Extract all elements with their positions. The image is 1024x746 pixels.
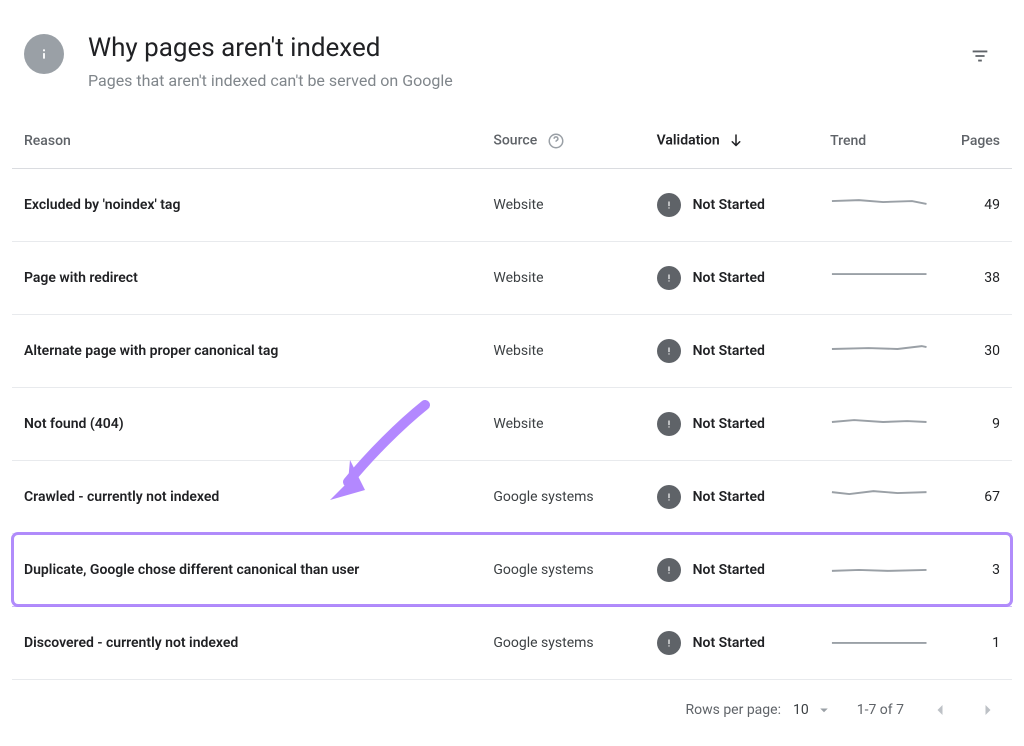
exclamation-icon [657,193,681,217]
source-cell: Website [481,168,644,241]
reason-cell: Discovered - currently not indexed [12,606,481,679]
trend-sparkline [830,481,928,509]
chevron-down-icon [815,701,833,719]
column-header-validation[interactable]: Validation [645,114,818,169]
source-cell: Google systems [481,606,644,679]
table-row[interactable]: Duplicate, Google chose different canoni… [12,533,1012,606]
page-subtitle: Pages that aren't indexed can't be serve… [88,71,936,90]
trend-cell [818,241,940,314]
exclamation-icon [657,412,681,436]
table-row[interactable]: Not found (404) Website Not Started 9 [12,387,1012,460]
info-icon [24,34,64,74]
trend-sparkline [830,554,928,582]
chevron-left-icon [930,700,950,720]
arrow-down-icon [723,132,745,148]
pages-cell: 38 [941,241,1012,314]
table-row[interactable]: Crawled - currently not indexed Google s… [12,460,1012,533]
reason-cell: Not found (404) [12,387,481,460]
validation-cell[interactable]: Not Started [645,241,818,314]
help-icon[interactable] [547,132,565,150]
exclamation-icon [657,339,681,363]
pages-cell: 3 [941,533,1012,606]
pages-cell: 49 [941,168,1012,241]
column-header-trend[interactable]: Trend [818,114,940,169]
validation-cell[interactable]: Not Started [645,606,818,679]
trend-sparkline [830,189,928,217]
trend-cell [818,314,940,387]
table-row[interactable]: Excluded by 'noindex' tag Website Not St… [12,168,1012,241]
column-header-pages[interactable]: Pages [941,114,1012,169]
page-title: Why pages aren't indexed [88,32,936,65]
column-header-reason[interactable]: Reason [12,114,481,169]
reason-cell: Excluded by 'noindex' tag [12,168,481,241]
validation-cell[interactable]: Not Started [645,168,818,241]
validation-cell[interactable]: Not Started [645,387,818,460]
exclamation-icon [657,558,681,582]
table-row[interactable]: Page with redirect Website Not Started 3… [12,241,1012,314]
exclamation-icon [657,631,681,655]
reason-cell: Page with redirect [12,241,481,314]
validation-status: Not Started [693,635,765,651]
next-page-button[interactable] [976,698,1000,722]
trend-sparkline [830,627,928,655]
pages-cell: 30 [941,314,1012,387]
validation-status: Not Started [693,270,765,286]
exclamation-icon [657,485,681,509]
trend-cell [818,460,940,533]
pagination-range: 1-7 of 7 [857,702,904,718]
trend-sparkline [830,408,928,436]
reason-cell: Duplicate, Google chose different canoni… [12,533,481,606]
trend-sparkline [830,262,928,290]
source-cell: Google systems [481,460,644,533]
source-cell: Website [481,314,644,387]
validation-cell[interactable]: Not Started [645,533,818,606]
table-row[interactable]: Discovered - currently not indexed Googl… [12,606,1012,679]
source-cell: Website [481,241,644,314]
filter-button[interactable] [960,36,1000,76]
validation-status: Not Started [693,489,765,505]
pages-cell: 1 [941,606,1012,679]
pages-cell: 67 [941,460,1012,533]
validation-cell[interactable]: Not Started [645,460,818,533]
rows-per-page-label: Rows per page: [685,702,780,718]
rows-per-page-select[interactable]: 10 [793,701,833,719]
filter-icon [969,45,991,67]
trend-cell [818,387,940,460]
table-row[interactable]: Alternate page with proper canonical tag… [12,314,1012,387]
pages-cell: 9 [941,387,1012,460]
trend-cell [818,168,940,241]
reason-cell: Crawled - currently not indexed [12,460,481,533]
chevron-right-icon [978,700,998,720]
source-cell: Google systems [481,533,644,606]
trend-sparkline [830,335,928,363]
trend-cell [818,533,940,606]
validation-status: Not Started [693,562,765,578]
validation-status: Not Started [693,416,765,432]
trend-cell [818,606,940,679]
source-cell: Website [481,387,644,460]
exclamation-icon [657,266,681,290]
reason-cell: Alternate page with proper canonical tag [12,314,481,387]
column-header-source[interactable]: Source [481,114,644,169]
validation-cell[interactable]: Not Started [645,314,818,387]
validation-status: Not Started [693,197,765,213]
prev-page-button[interactable] [928,698,952,722]
validation-status: Not Started [693,343,765,359]
